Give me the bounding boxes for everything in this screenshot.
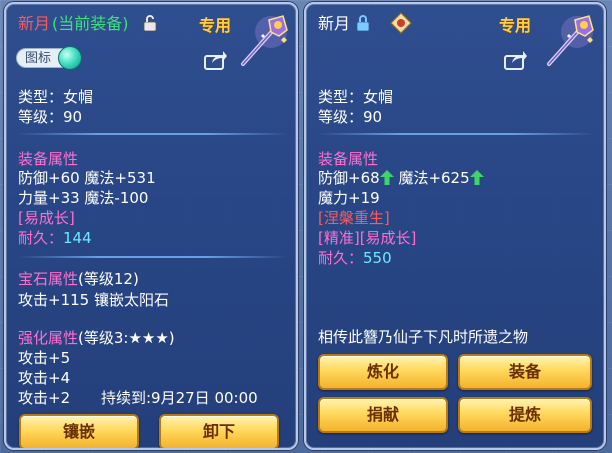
green-up-arrow-icon [469,170,484,185]
seal-badge-icon [390,12,412,34]
section-divider [18,256,288,258]
enhance-attr-row: 强化属性(等级3:★★★) [18,329,175,348]
special-attr: [精准][易成长] [318,229,417,247]
enhance-attr-line: 攻击+5 [18,349,71,367]
durability-row: 耐久：144 [18,229,92,248]
item-level: 等级：90 [318,108,383,126]
equip-attr-heading: 装备属性 [318,150,379,168]
item-type: 类型：女帽 [318,88,394,106]
enhance-attr-line: 攻击+2 [18,389,71,407]
enhance-attr-line: 攻击+4 [18,369,71,387]
durability-label: 耐久： [318,249,364,267]
gem-attr-row: 宝石属性(等级12) [18,270,139,289]
special-attr: [涅槃重生] [318,209,390,227]
item-description: 相传此簪乃仙子下凡时所遗之物 [318,328,529,346]
share-icon[interactable] [504,50,528,70]
enhance-attr-heading: 强化属性 [18,329,79,347]
inlay-button[interactable]: 镶嵌 [19,414,139,448]
green-up-arrow-icon [379,170,394,185]
equip-button[interactable]: 装备 [458,354,592,390]
share-icon[interactable] [204,50,228,70]
exclusive-tag: 专用 [199,16,232,35]
exclusive-tag: 专用 [499,16,532,35]
magic-stat: 魔法+625 [398,169,470,187]
section-divider [318,133,594,135]
unlocked-lock-icon[interactable] [143,15,157,31]
hairpin-item-icon [241,15,288,66]
gem-attr-line: 攻击+115 镶嵌太阳石 [18,291,169,309]
extract-button[interactable]: 提炼 [458,397,592,433]
equip-attr-heading: 装备属性 [18,150,79,168]
special-attr: [易成长] [18,209,75,227]
enhance-duration: 持续到:9月27日 00:00 [101,389,258,407]
section-divider [18,133,288,135]
durability-row: 耐久：550 [318,249,392,268]
item-level: 等级：90 [18,108,83,126]
item-type: 类型：女帽 [18,88,94,106]
inventory-item-tooltip: 新月 专用 类型：女帽 等级：90 装备属性 防御+68 魔法+625 魔力+1… [304,2,606,450]
item-name: 新月 [318,14,351,33]
hairpin-item-icon [547,15,594,66]
locked-lock-icon[interactable] [356,15,370,31]
durability-value: 144 [63,229,92,247]
donate-button[interactable]: 捐献 [318,397,448,433]
refine-button[interactable]: 炼化 [318,354,448,390]
equip-attr-line: 魔力+19 [318,189,380,207]
gem-level: (等级12) [78,270,139,288]
gem-orb-icon[interactable] [58,46,82,70]
equip-attr-line: 防御+68 魔法+625 [318,169,484,188]
equip-attr-line: 力量+33 魔法-100 [18,189,149,207]
gem-attr-heading: 宝石属性 [18,270,79,288]
defense-stat: 防御+68 [318,169,380,187]
unequip-button[interactable]: 卸下 [159,414,279,448]
item-name: 新月 [18,14,51,33]
durability-label: 耐久： [18,229,64,247]
equipped-status: (当前装备) [52,14,129,33]
equipped-item-tooltip: 新月 (当前装备) 专用 图标 类型：女帽 等级：90 装备属性 防御+60 魔… [4,2,298,450]
durability-value: 550 [363,249,392,267]
equip-attr-line: 防御+60 魔法+531 [18,169,156,187]
enhance-level: (等级3:★★★) [78,329,175,347]
